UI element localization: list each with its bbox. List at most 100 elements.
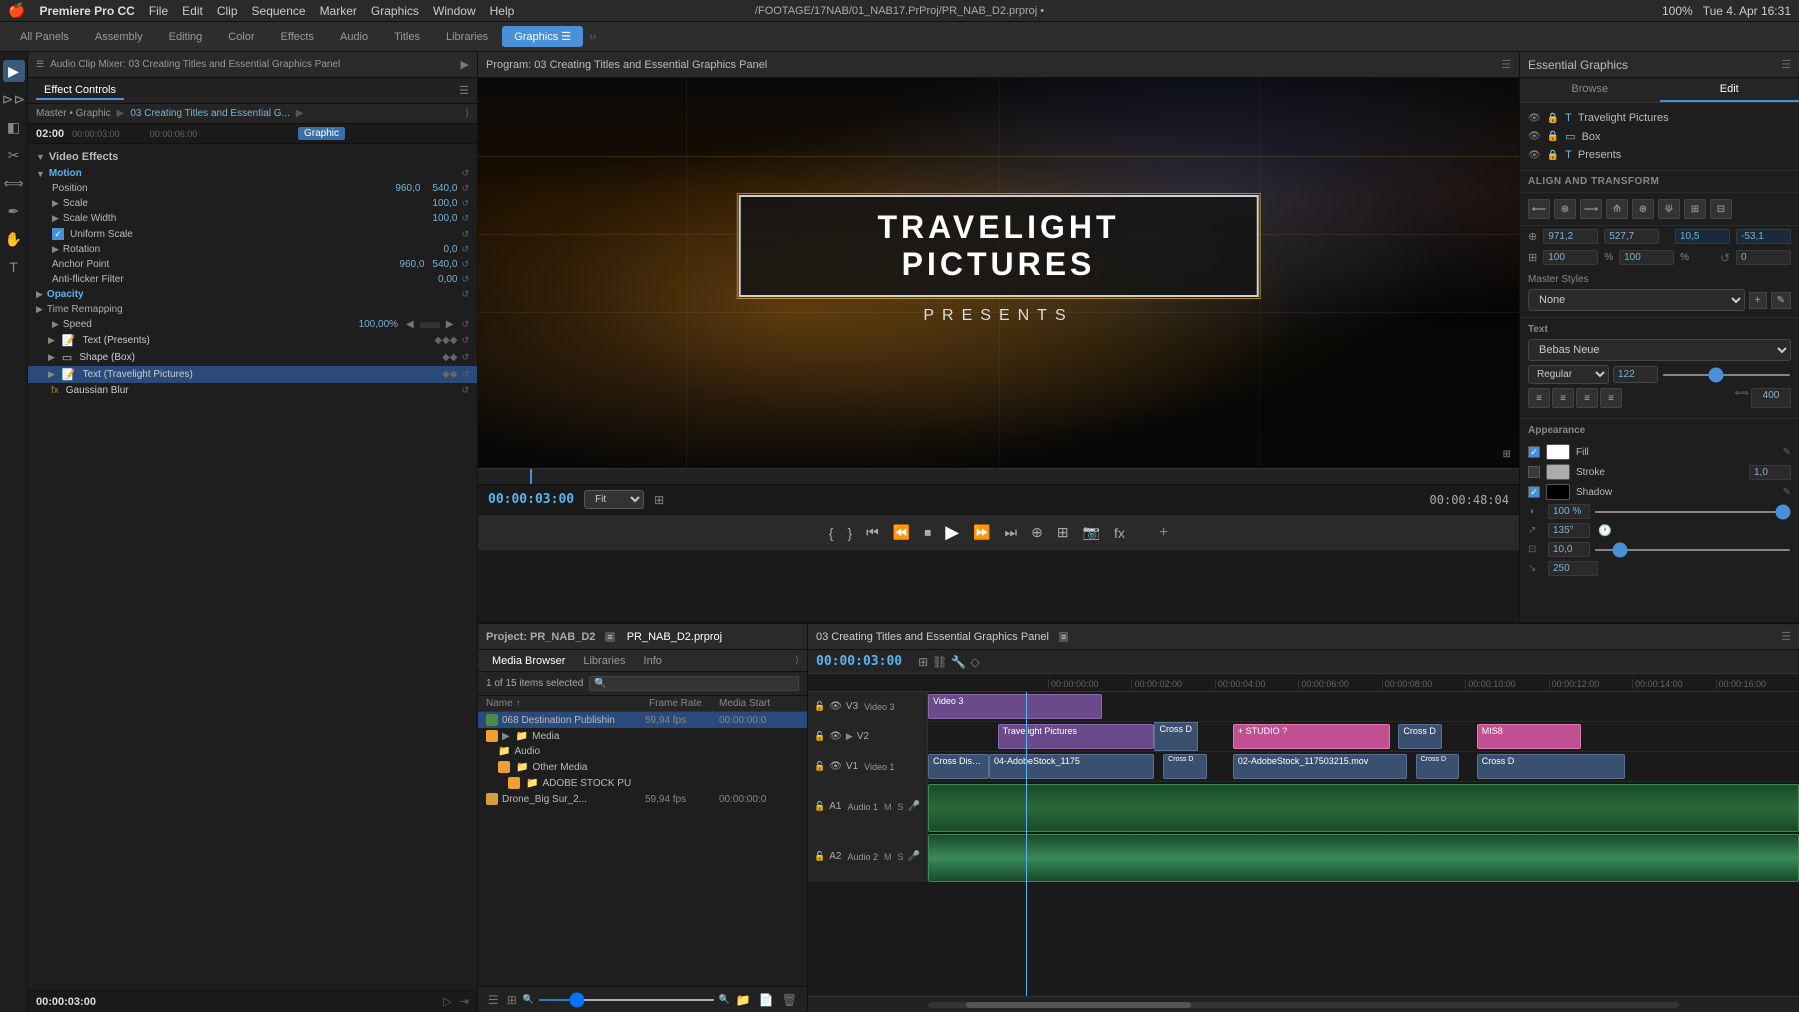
tab-assembly[interactable]: Assembly xyxy=(83,27,155,47)
project-tab[interactable]: PR_NAB_D2.prproj xyxy=(621,629,728,645)
align-left-text-btn[interactable]: ≡ xyxy=(1528,388,1550,408)
step-forward-btn[interactable]: ⏩ xyxy=(969,520,994,545)
effect-btn[interactable]: fx xyxy=(1110,521,1129,545)
info-tab[interactable]: Info xyxy=(638,653,668,669)
transform-offset-x[interactable]: 10,5 xyxy=(1675,229,1730,244)
position-y[interactable]: 540,0 xyxy=(432,183,457,194)
uniform-scale-reset[interactable]: ↺ xyxy=(461,229,469,240)
layer-box-chevron[interactable]: ▶ xyxy=(48,352,55,363)
media-item-audio-folder[interactable]: 📁 Audio xyxy=(478,744,807,759)
font-size-input[interactable] xyxy=(1613,366,1658,383)
effect-controls-tab[interactable]: Effect Controls xyxy=(36,82,124,100)
export-frame-btn[interactable]: 📷 xyxy=(1079,520,1104,545)
scale-value[interactable]: 100,0 xyxy=(432,198,457,209)
video-effects-chevron[interactable]: ▼ xyxy=(36,152,45,162)
shadow-clock-icon[interactable]: 🕐 xyxy=(1598,524,1612,537)
menu-window[interactable]: Window xyxy=(433,4,476,18)
new-bin-btn[interactable]: 📁 xyxy=(734,991,753,1009)
clip-mis8[interactable]: MIS8 xyxy=(1477,724,1582,749)
clip-studio[interactable]: + STUDIO ? xyxy=(1233,724,1390,749)
transform-offset-y[interactable]: -53,1 xyxy=(1736,229,1791,244)
tl-snap-btn[interactable]: 🔧 xyxy=(951,655,966,669)
monitor-current-time[interactable]: 00:00:03:00 xyxy=(488,492,574,507)
opacity-label[interactable]: Opacity xyxy=(47,289,84,300)
selection-tool[interactable]: ▶ xyxy=(3,60,25,82)
more-tabs-btn[interactable]: ›› xyxy=(589,31,596,43)
opacity-chevron[interactable]: ▶ xyxy=(36,289,43,300)
position-x[interactable]: 960,0 xyxy=(395,183,420,194)
fill-checkbox[interactable] xyxy=(1528,446,1540,458)
layer-text-presents[interactable]: ▶ 📝 Text (Presents) ◆◆◆ ↺ xyxy=(28,332,477,349)
tracking-value[interactable]: 400 xyxy=(1751,388,1791,408)
font-size-slider[interactable] xyxy=(1662,374,1791,376)
monitor-menu[interactable]: ☰ xyxy=(1501,58,1511,71)
transform-scale-x[interactable]: 100 xyxy=(1543,250,1598,265)
clip-travelight[interactable]: Travelight Pictures xyxy=(998,724,1155,749)
shadow-opacity-value[interactable]: 100 % xyxy=(1548,504,1590,519)
layer-presents-vis[interactable]: 👁 xyxy=(1528,150,1541,161)
mark-out-btn[interactable]: } xyxy=(843,521,856,545)
tl-link-btn[interactable]: ⛓ xyxy=(932,655,947,669)
shadow-color-swatch[interactable] xyxy=(1546,484,1570,500)
a2-mic-icon[interactable]: 🎤 xyxy=(908,851,920,862)
v1-eye-icon[interactable]: 👁 xyxy=(829,761,842,772)
clip-cross-d-v1[interactable]: Cross Dissolve xyxy=(928,754,989,779)
go-to-out-btn[interactable]: ⏭ xyxy=(1000,520,1021,545)
menu-file[interactable]: File xyxy=(149,4,168,18)
scrubber-playhead[interactable] xyxy=(530,469,532,484)
tab-color[interactable]: Color xyxy=(216,27,266,47)
effect-controls-panel-menu[interactable]: ☰ xyxy=(459,84,469,97)
timeline-timecode[interactable]: 00:00:03:00 xyxy=(816,654,902,669)
layer-travelight-item[interactable]: 👁 🔒 T Travelight Pictures xyxy=(1528,109,1791,127)
anchor-y[interactable]: 540,0 xyxy=(432,259,457,270)
shadow-blur-value[interactable]: 10,0 xyxy=(1548,542,1590,557)
overwrite-btn[interactable]: ⊞ xyxy=(1053,520,1073,545)
stroke-value[interactable]: 1,0 xyxy=(1749,465,1791,480)
apple-menu[interactable]: 🍎 xyxy=(8,2,25,19)
text-tool[interactable]: T xyxy=(3,256,25,278)
eg-menu[interactable]: ☰ xyxy=(1781,58,1791,71)
shadow-offset-value[interactable]: 250 xyxy=(1548,561,1598,576)
hand-tool[interactable]: ✋ xyxy=(3,228,25,250)
clip-cross-d2-v1[interactable]: Cross D xyxy=(1163,754,1207,779)
play-btn[interactable]: ▶ xyxy=(941,518,963,547)
clip-v3-1[interactable]: Video 3 xyxy=(928,694,1102,719)
motion-chevron[interactable]: ▼ xyxy=(36,169,45,179)
clip-cross-d-v2[interactable]: Cross D xyxy=(1154,722,1198,751)
eg-browse-tab[interactable]: Browse xyxy=(1520,78,1660,102)
scale-reset[interactable]: ↺ xyxy=(461,198,469,209)
speed-prev[interactable]: ◀ xyxy=(406,319,414,330)
expand-btn[interactable]: ⟩ xyxy=(465,108,469,119)
media-item-other-folder[interactable]: 📁 Other Media xyxy=(478,759,807,775)
timeline-scrollbar[interactable] xyxy=(928,1002,1679,1008)
stroke-checkbox[interactable] xyxy=(1528,466,1540,478)
uniform-scale-checkbox[interactable]: ✓ xyxy=(52,228,64,240)
graphic-label-clip[interactable]: Graphic xyxy=(298,127,345,140)
layer-text-travelight[interactable]: ▶ 📝 Text (Travelight Pictures) ◆◆ ↺ xyxy=(28,366,477,383)
ec-play-btn[interactable]: ▷ xyxy=(443,995,451,1008)
safe-margins-btn[interactable]: ⊞ xyxy=(654,493,664,507)
rotation-chevron[interactable]: ▶ xyxy=(52,244,59,255)
transform-y[interactable]: 527,7 xyxy=(1604,229,1659,244)
slip-tool[interactable]: ⟺ xyxy=(3,172,25,194)
shadow-edit-btn[interactable]: ✎ xyxy=(1783,487,1791,498)
layer-gaussian-blur[interactable]: fx Gaussian Blur ↺ xyxy=(28,383,477,398)
opacity-reset[interactable]: ↺ xyxy=(461,289,469,300)
v3-eye-icon[interactable]: 👁 xyxy=(829,701,842,712)
go-to-in-btn[interactable]: ⏮ xyxy=(862,520,883,545)
eg-edit-tab[interactable]: Edit xyxy=(1660,78,1799,102)
icon-view-btn[interactable]: ⊞ xyxy=(505,991,519,1009)
col-name-header[interactable]: Name ↑ xyxy=(486,698,649,709)
media-browser-tab[interactable]: Media Browser xyxy=(486,653,571,669)
clip-cross-d2-v2[interactable]: Cross D xyxy=(1398,724,1442,749)
menu-graphics[interactable]: Graphics xyxy=(371,4,419,18)
align-center-h-btn[interactable]: ⊕ xyxy=(1554,199,1576,219)
speed-slider[interactable] xyxy=(420,322,440,328)
v1-lock-icon[interactable]: 🔓 xyxy=(814,761,825,772)
step-back-btn[interactable]: ⏪ xyxy=(889,520,914,545)
shadow-checkbox[interactable] xyxy=(1528,486,1540,498)
tab-editing[interactable]: Editing xyxy=(157,27,215,47)
layer-presents-item[interactable]: 👁 🔒 T Presents xyxy=(1528,146,1791,164)
motion-label[interactable]: Motion xyxy=(49,168,82,179)
project-search[interactable] xyxy=(589,676,799,691)
